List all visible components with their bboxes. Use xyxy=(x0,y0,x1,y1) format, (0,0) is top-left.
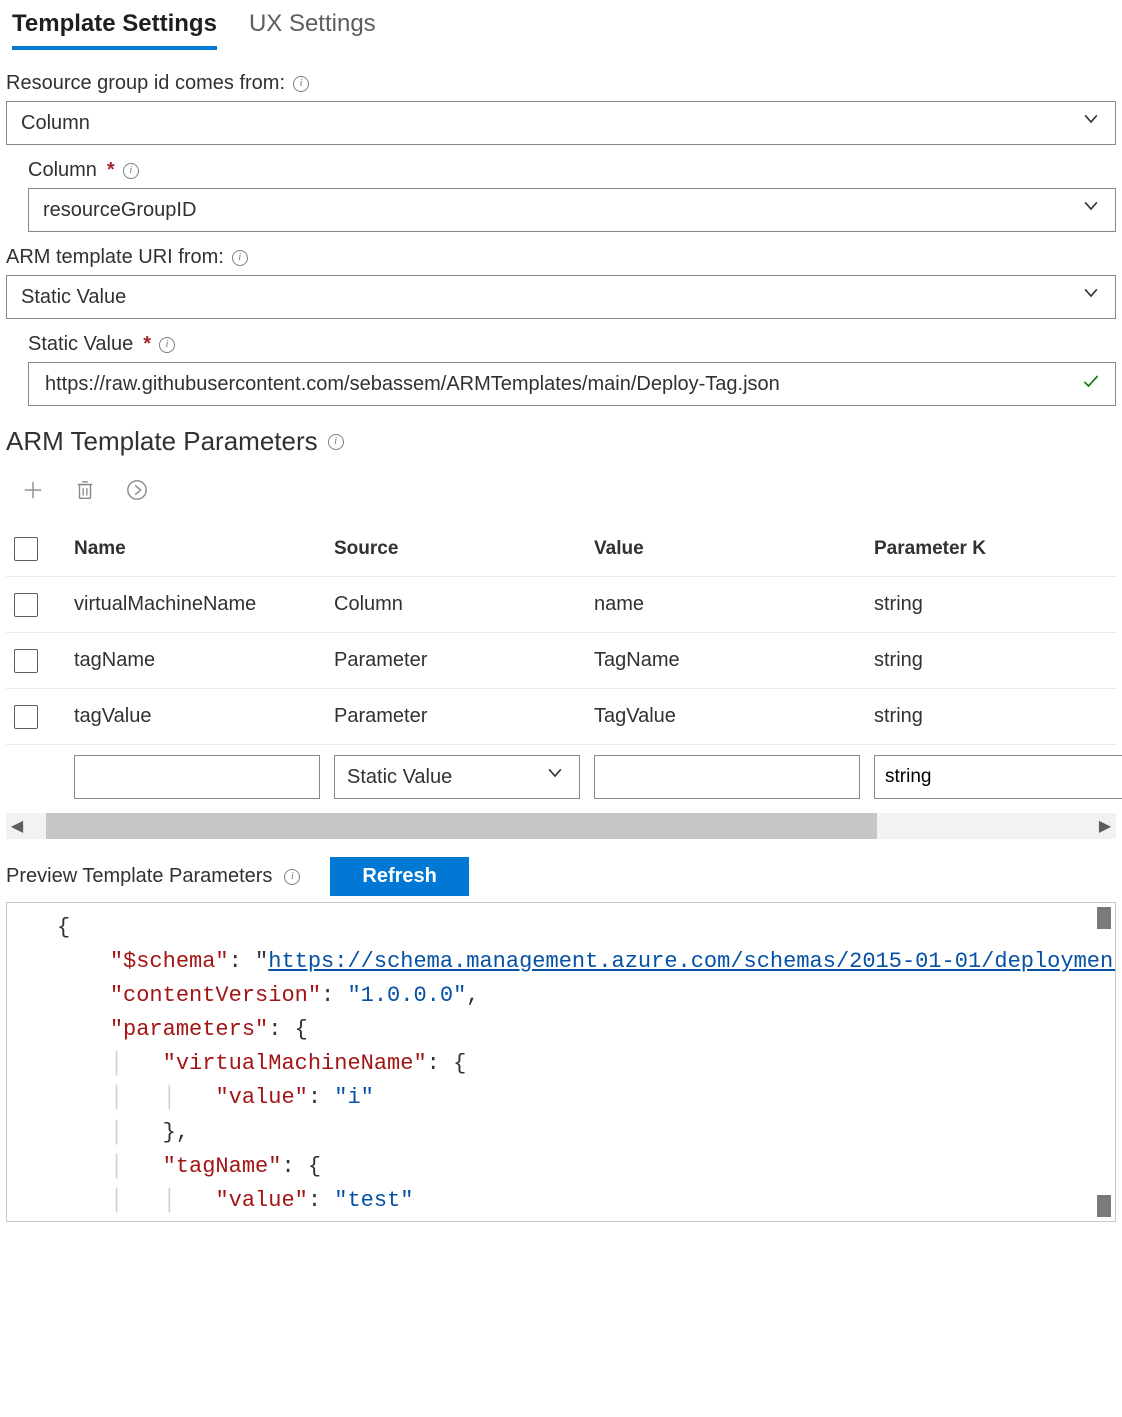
tab-template-settings[interactable]: Template Settings xyxy=(12,10,217,50)
code-token: https://schema.management.azure.com/sche… xyxy=(268,949,1116,974)
run-button[interactable] xyxy=(124,477,150,503)
resource-group-source-select[interactable]: Column xyxy=(6,101,1116,145)
parameters-toolbar xyxy=(6,467,1116,521)
scroll-right-icon[interactable]: ▶ xyxy=(1094,816,1116,836)
cell-kind: string xyxy=(874,705,1108,728)
cell-value: TagName xyxy=(594,649,874,672)
info-icon[interactable]: i xyxy=(328,434,344,450)
horizontal-scrollbar[interactable]: ◀ ▶ xyxy=(6,813,1116,839)
col-name: Name xyxy=(74,538,334,560)
row-checkbox[interactable] xyxy=(14,649,38,673)
table-row[interactable]: tagName Parameter TagName string xyxy=(6,633,1116,689)
cell-name: virtualMachineName xyxy=(74,593,334,616)
chevron-down-icon xyxy=(545,763,565,789)
info-icon[interactable]: i xyxy=(159,337,175,353)
info-icon[interactable]: i xyxy=(293,76,309,92)
row-checkbox[interactable] xyxy=(14,705,38,729)
delete-button[interactable] xyxy=(72,477,98,503)
info-icon[interactable]: i xyxy=(284,869,300,885)
static-value-input[interactable] xyxy=(43,372,1073,397)
row-checkbox[interactable] xyxy=(14,593,38,617)
code-token: "1.0.0.0" xyxy=(347,983,466,1008)
arm-uri-source-label-text: ARM template URI from: xyxy=(6,246,224,269)
col-value: Value xyxy=(594,538,874,560)
info-icon[interactable]: i xyxy=(232,250,248,266)
preview-label: Preview Template Parameters xyxy=(6,865,272,888)
resource-group-source-label-text: Resource group id comes from: xyxy=(6,72,285,95)
column-label: Column * i xyxy=(28,159,1116,182)
resource-group-source-value: Column xyxy=(21,112,90,135)
static-value-label-text: Static Value xyxy=(28,333,133,356)
static-value-input-wrap xyxy=(28,362,1116,406)
json-preview[interactable]: { "$schema": "https://schema.management.… xyxy=(6,902,1116,1222)
cell-name: tagName xyxy=(74,649,334,672)
settings-tabs: Template Settings UX Settings xyxy=(6,4,1116,50)
preview-header: Preview Template Parameters i Refresh xyxy=(6,857,1116,896)
chevron-down-icon xyxy=(1081,196,1101,222)
cell-source: Parameter xyxy=(334,705,594,728)
code-token: "$schema" xyxy=(110,949,229,974)
parameters-table: Name Source Value Parameter K virtualMac… xyxy=(6,521,1116,809)
new-value-input[interactable] xyxy=(594,755,860,799)
code-token: "value" xyxy=(215,1188,307,1213)
cell-kind: string xyxy=(874,593,1108,616)
chevron-down-icon xyxy=(1081,283,1101,309)
new-kind-input[interactable] xyxy=(874,755,1122,799)
scroll-indicator xyxy=(1097,1195,1111,1217)
resource-group-source-label: Resource group id comes from: i xyxy=(6,72,1116,95)
code-token: "tagName" xyxy=(163,1154,282,1179)
required-icon: * xyxy=(143,333,151,356)
scroll-thumb[interactable] xyxy=(46,813,877,839)
scroll-left-icon[interactable]: ◀ xyxy=(6,816,28,836)
cell-kind: string xyxy=(874,649,1108,672)
code-token: "parameters" xyxy=(110,1017,268,1042)
table-row[interactable]: virtualMachineName Column name string xyxy=(6,577,1116,633)
cell-source: Column xyxy=(334,593,594,616)
cell-source: Parameter xyxy=(334,649,594,672)
column-label-text: Column xyxy=(28,159,97,182)
arm-uri-source-select[interactable]: Static Value xyxy=(6,275,1116,319)
code-token: "contentVersion" xyxy=(110,983,321,1008)
code-token: "test" xyxy=(334,1188,413,1213)
required-icon: * xyxy=(107,159,115,182)
table-row[interactable]: tagValue Parameter TagValue string xyxy=(6,689,1116,745)
scroll-track[interactable] xyxy=(28,813,1094,839)
table-header-row: Name Source Value Parameter K xyxy=(6,521,1116,577)
info-icon[interactable]: i xyxy=(123,163,139,179)
scroll-indicator xyxy=(1097,907,1111,929)
valid-check-icon xyxy=(1081,371,1101,397)
chevron-down-icon xyxy=(1081,109,1101,135)
code-token: "i" xyxy=(334,1085,374,1110)
tab-ux-settings[interactable]: UX Settings xyxy=(249,10,376,50)
column-value: resourceGroupID xyxy=(43,199,196,222)
static-value-label: Static Value * i xyxy=(28,333,1116,356)
cell-value: TagValue xyxy=(594,705,874,728)
refresh-button[interactable]: Refresh xyxy=(330,857,468,896)
new-source-select[interactable]: Static Value xyxy=(334,755,580,799)
cell-name: tagValue xyxy=(74,705,334,728)
new-source-value: Static Value xyxy=(347,766,452,789)
code-token: "virtualMachineName" xyxy=(163,1051,427,1076)
col-kind: Parameter K xyxy=(874,538,1108,560)
col-source: Source xyxy=(334,538,594,560)
code-token: "value" xyxy=(215,1085,307,1110)
arm-uri-source-label: ARM template URI from: i xyxy=(6,246,1116,269)
new-name-input[interactable] xyxy=(74,755,320,799)
arm-parameters-header: ARM Template Parameters i xyxy=(6,426,1116,457)
arm-uri-source-value: Static Value xyxy=(21,286,126,309)
add-button[interactable] xyxy=(20,477,46,503)
column-select[interactable]: resourceGroupID xyxy=(28,188,1116,232)
arm-parameters-title: ARM Template Parameters xyxy=(6,426,318,457)
cell-value: name xyxy=(594,593,874,616)
table-new-row: Static Value xyxy=(6,745,1116,809)
select-all-checkbox[interactable] xyxy=(14,537,38,561)
